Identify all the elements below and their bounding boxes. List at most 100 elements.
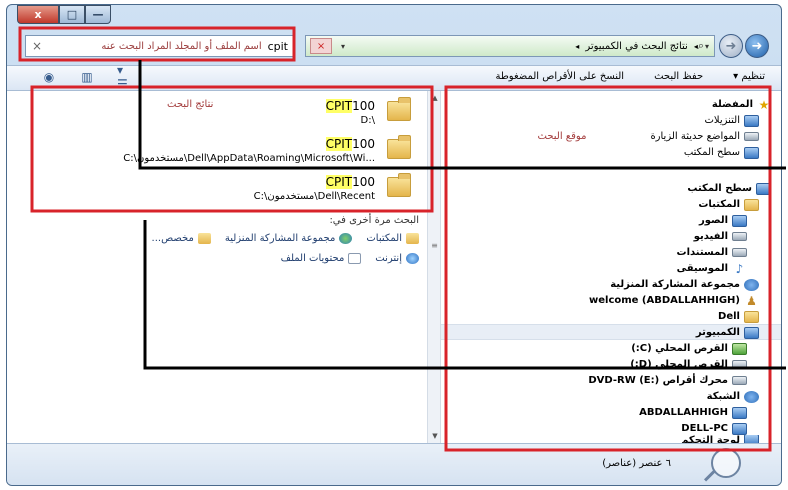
dvd-icon [732, 376, 747, 385]
nav-favorites[interactable]: ★ المفضلة [712, 97, 771, 112]
view-options-icon[interactable]: ▾ ☰ [117, 63, 133, 91]
result-path: C:\مستخدمون\Dell\Recent [253, 191, 375, 202]
back-button[interactable]: ➜ [745, 34, 769, 58]
desktop-icon [756, 182, 771, 195]
command-bar: تنظيم ▾ حفظ البحث النسخ على الأقراص المض… [7, 63, 781, 91]
result-name: CPIT100 [325, 175, 375, 189]
search-lens-icon [711, 448, 741, 478]
search-again-title: البحث مرة أخرى في: [329, 215, 419, 226]
result-path: C:\مستخدمون\Dell\AppData\Roaming\Microso… [123, 153, 375, 164]
computer-icon [732, 406, 747, 419]
dell-folder-icon [744, 310, 759, 323]
nav-downloads[interactable]: التنزيلات [704, 113, 759, 128]
results-annotation: نتائج البحث [167, 99, 214, 110]
search-again-row: إنترنت محتويات الملف [19, 253, 419, 264]
libraries-icon [744, 198, 759, 211]
caption-buttons: x □ — [17, 5, 111, 24]
nav-pictures[interactable]: الصور [699, 213, 747, 228]
search-location-annotation: موقع البحث [537, 131, 587, 142]
burn-button[interactable]: النسخ على الأقراص المضغوطة [495, 71, 624, 82]
result-name: CPIT100 [325, 137, 375, 151]
search-again-file-contents[interactable]: محتويات الملف [281, 253, 362, 264]
nav-computer[interactable]: الكمبيوتر [696, 325, 759, 340]
folder-icon [387, 173, 411, 197]
address-search-icon: ⌕ [697, 39, 704, 52]
search-again-row: المكتبات مجموعة المشاركة المنزلية مخصص..… [19, 233, 419, 244]
nav-drive-c[interactable]: القرص المحلي (C:) [631, 341, 747, 356]
content-area: CPIT100 D:\ نتائج البحث CPIT100 C:\مستخد… [7, 91, 781, 445]
nav-user[interactable]: ♟ welcome (ABDALLAHHIGH) [589, 293, 759, 308]
help-icon[interactable]: ◉ [41, 70, 57, 84]
nav-dvd[interactable]: محرك أقراص DVD-RW (E:) [588, 373, 747, 388]
forward-button[interactable]: ➜ [719, 34, 743, 58]
search-again-custom[interactable]: مخصص... [152, 233, 211, 244]
search-input[interactable]: cpit اسم الملف أو المجلد المراد البحث عن… [25, 35, 295, 57]
search-again-libraries[interactable]: المكتبات [366, 233, 419, 244]
results-pane: CPIT100 D:\ نتائج البحث CPIT100 C:\مستخد… [7, 91, 427, 443]
scrollbar[interactable]: ▲ ≡ ▼ [427, 91, 441, 443]
scroll-down-icon[interactable]: ▼ [428, 429, 442, 443]
nav-documents[interactable]: المستندات [677, 245, 747, 260]
breadcrumb-separator-icon: ◂ [693, 41, 698, 51]
nav-pc-abdallahhigh[interactable]: ABDALLAHHIGH [639, 405, 747, 420]
stop-search-button[interactable]: × [310, 38, 332, 54]
save-search-button[interactable]: حفظ البحث [654, 71, 703, 82]
nav-desktop-favorite[interactable]: سطح المكتب [684, 145, 759, 160]
nav-pc-dell[interactable]: DELL-PC [681, 421, 747, 436]
drive-c-icon [732, 342, 747, 355]
file-contents-icon [348, 253, 362, 264]
internet-icon [406, 253, 419, 264]
maximize-button[interactable]: □ [59, 5, 85, 24]
details-pane: ٦ عنصر (عناصر) [7, 443, 781, 485]
nav-libraries[interactable]: المكتبات [698, 197, 759, 212]
nav-network[interactable]: الشبكة [707, 389, 759, 404]
libraries-icon [406, 233, 419, 244]
recent-places-icon [744, 132, 759, 141]
address-bar[interactable]: ⌕ ◂ نتائج البحث في الكمبيوتر ◂ ▾ × [305, 35, 715, 57]
list-item[interactable]: CPIT100 D:\ نتائج البحث [37, 95, 423, 137]
address-row: cpit اسم الملف أو المجلد المراد البحث عن… [7, 31, 781, 65]
nav-dell[interactable]: Dell [718, 309, 759, 324]
computer-icon [732, 422, 747, 435]
search-value[interactable]: cpit [268, 40, 288, 53]
network-icon [744, 390, 759, 403]
breadcrumb[interactable]: نتائج البحث في الكمبيوتر [585, 41, 688, 52]
scroll-grip-icon[interactable]: ≡ [430, 241, 439, 257]
nav-music[interactable]: ♪ الموسيقى [677, 261, 747, 276]
folder-icon [387, 97, 411, 121]
folder-icon [387, 135, 411, 159]
pictures-icon [732, 214, 747, 227]
nav-drive-d[interactable]: القرص المحلي (D:) [630, 357, 747, 372]
nav-homegroup[interactable]: مجموعة المشاركة المنزلية [610, 277, 759, 292]
nav-buttons: ▾ ➜ ➜ [705, 34, 769, 58]
minimize-button[interactable]: — [85, 5, 111, 24]
explorer-window: x □ — cpit اسم الملف أو المجلد المراد ال… [6, 4, 782, 486]
result-name: CPIT100 [325, 99, 375, 113]
breadcrumb-arrow-icon: ◂ [575, 41, 580, 51]
address-dropdown-icon[interactable]: ▾ [336, 38, 350, 54]
clear-search-icon[interactable]: × [32, 39, 42, 53]
navigation-pane: ★ المفضلة التنزيلات المواضع حديثة الزيارة… [441, 91, 781, 445]
close-button[interactable]: x [17, 5, 59, 24]
downloads-icon [744, 114, 759, 127]
result-path: D:\ [360, 115, 375, 126]
nav-recent-places[interactable]: المواضع حديثة الزيارة موقع البحث [538, 129, 759, 144]
search-again-homegroup[interactable]: مجموعة المشاركة المنزلية [225, 233, 353, 244]
organize-menu[interactable]: تنظيم ▾ [733, 71, 765, 82]
list-item[interactable]: CPIT100 C:\مستخدمون\Dell\AppData\Roaming… [37, 133, 423, 175]
scroll-up-icon[interactable]: ▲ [428, 91, 442, 105]
item-count: ٦ عنصر (عناصر) [602, 458, 671, 469]
star-icon: ★ [758, 97, 770, 112]
search-again-internet[interactable]: إنترنت [375, 253, 419, 264]
nav-videos[interactable]: الفيديو [694, 229, 747, 244]
search-hint: اسم الملف أو المجلد المراد البحث عنه [101, 40, 262, 52]
drive-d-icon [732, 360, 747, 369]
custom-folder-icon [197, 233, 211, 244]
recent-pages-icon[interactable]: ▾ [705, 34, 717, 58]
music-icon: ♪ [735, 261, 744, 276]
computer-icon [744, 326, 759, 339]
preview-pane-icon[interactable]: ▥ [79, 70, 95, 84]
desktop-icon [744, 146, 759, 159]
nav-desktop[interactable]: سطح المكتب [687, 181, 771, 196]
list-item[interactable]: CPIT100 C:\مستخدمون\Dell\Recent [37, 171, 423, 213]
